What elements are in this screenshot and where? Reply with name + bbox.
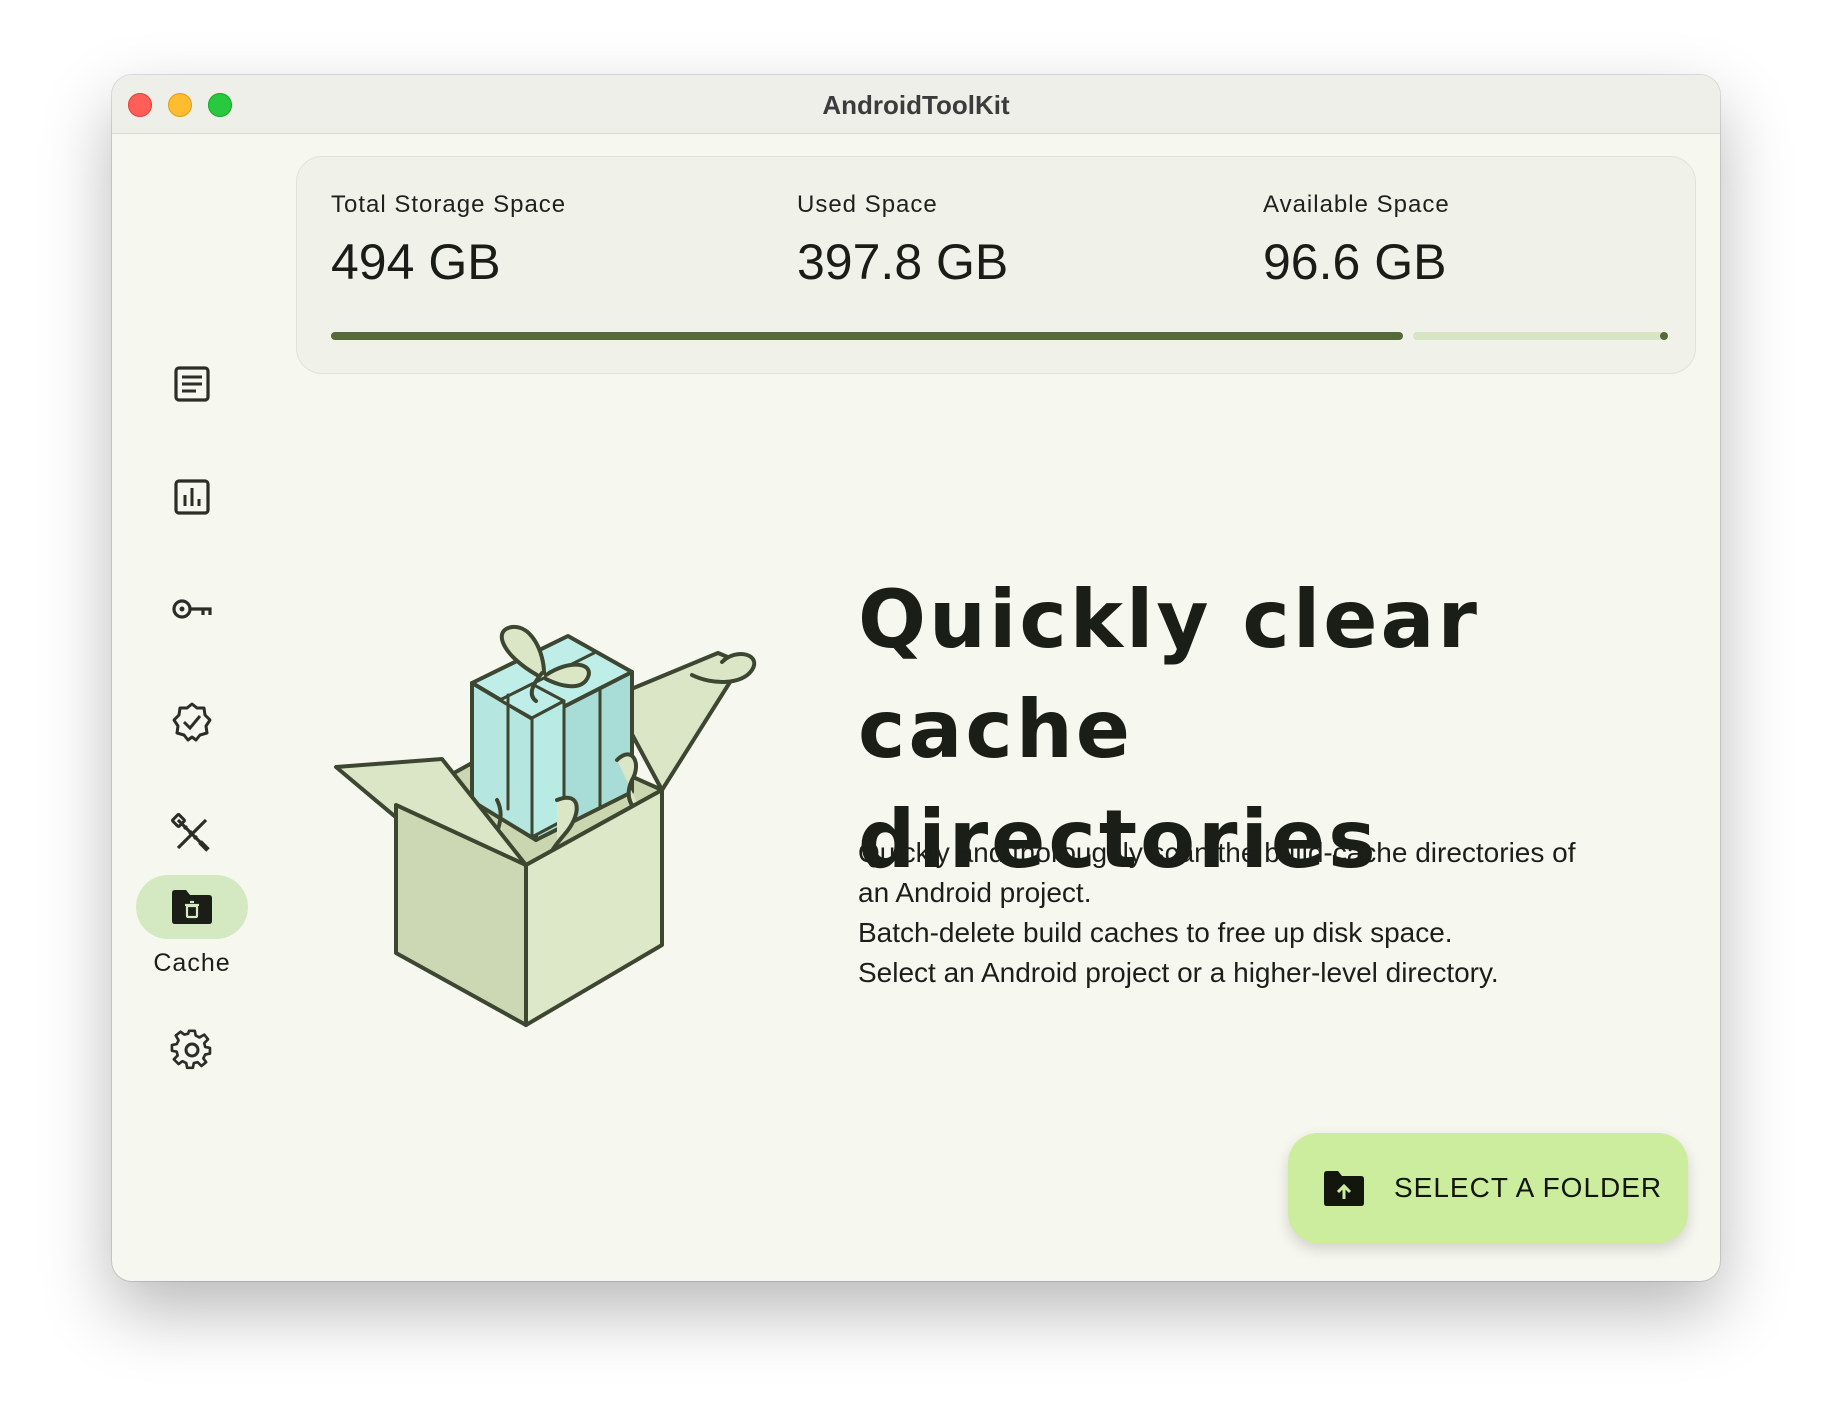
storage-free-bar <box>1413 332 1663 340</box>
sidebar-item-cache-label: Cache <box>153 949 231 977</box>
chart-icon <box>174 479 210 515</box>
folder-upload-icon <box>1324 1171 1364 1206</box>
sidebar-item-settings[interactable] <box>160 1018 224 1082</box>
total-storage-stat: Total Storage Space 494 GB <box>331 191 566 291</box>
title-bar: AndroidToolKit <box>112 75 1720 134</box>
description-line: an Android project. <box>858 877 1092 908</box>
used-space-value: 397.8 GB <box>797 234 1009 290</box>
sidebar-item-cache[interactable] <box>136 875 248 939</box>
select-folder-button[interactable]: SELECT A FOLDER <box>1288 1133 1688 1243</box>
tools-icon <box>171 813 210 852</box>
total-storage-label: Total Storage Space <box>331 191 567 218</box>
key-icon <box>172 599 212 619</box>
available-space-value: 96.6 GB <box>1263 234 1447 290</box>
open-box-with-gift-illustration <box>334 624 757 1027</box>
description-line: Batch-delete build caches to free up dis… <box>858 917 1453 948</box>
document-icon <box>174 366 210 402</box>
app-window: AndroidToolKit Cache Total Storage Space… <box>112 75 1720 1281</box>
gear-icon <box>170 1029 212 1070</box>
available-space-label: Available Space <box>1263 191 1450 218</box>
window-title: AndroidToolKit <box>822 90 1010 120</box>
used-space-stat: Used Space 397.8 GB <box>797 191 1008 291</box>
sidebar-item-analytics[interactable] <box>160 465 224 529</box>
feature-description: Quickly and thoroughly scan the build-ca… <box>858 833 1688 993</box>
folder-delete-icon <box>172 890 212 924</box>
description-line: Select an Android project or a higher-le… <box>858 957 1499 988</box>
storage-summary-card: Total Storage Space 494 GB Used Space 39… <box>296 156 1696 374</box>
sidebar-item-tools[interactable] <box>160 802 224 866</box>
sidebar-item-documents[interactable] <box>160 352 224 416</box>
storage-bar-end-dot <box>1660 332 1668 340</box>
sidebar-item-verify[interactable] <box>160 690 224 754</box>
used-space-label: Used Space <box>797 191 938 218</box>
select-folder-label: SELECT A FOLDER <box>1394 1172 1663 1203</box>
description-line: Quickly and thoroughly scan the build-ca… <box>858 837 1576 868</box>
verified-badge-icon <box>172 702 212 742</box>
total-storage-value: 494 GB <box>331 234 501 290</box>
storage-used-bar <box>331 332 1403 340</box>
sidebar-item-keys[interactable] <box>160 577 224 641</box>
available-space-stat: Available Space 96.6 GB <box>1263 191 1450 291</box>
headline-line-1: Quickly clear <box>858 573 1480 666</box>
